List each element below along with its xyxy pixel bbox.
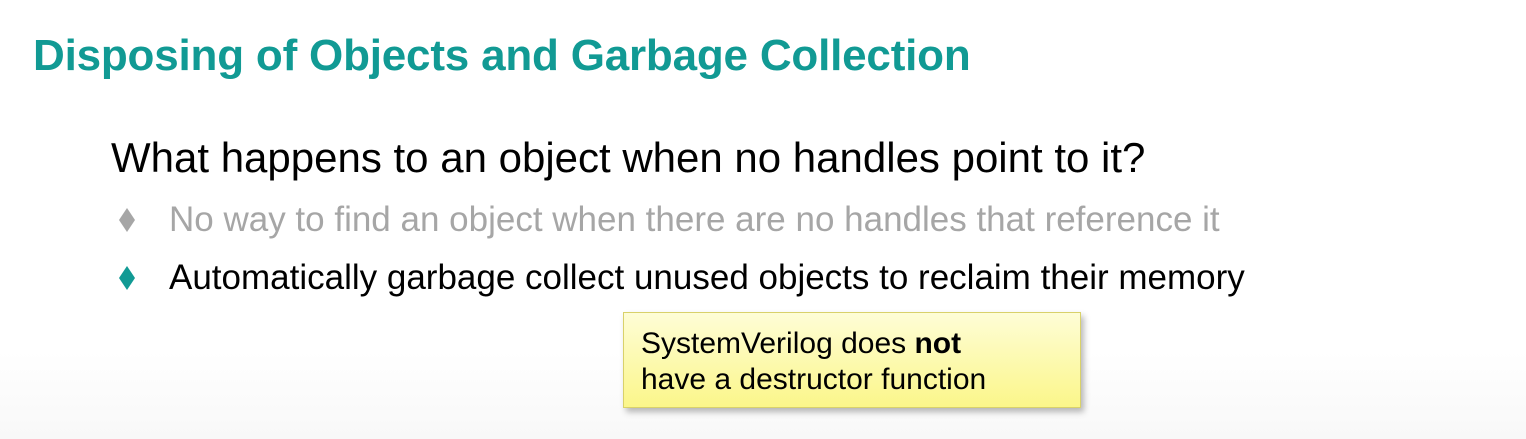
- bullet-text: Automatically garbage collect unused obj…: [169, 258, 1245, 297]
- callout-note: SystemVerilog does not have a destructor…: [623, 312, 1081, 408]
- callout-line-1: SystemVerilog does not: [641, 326, 1080, 362]
- question-heading: What happens to an object when no handle…: [111, 134, 1146, 181]
- callout-line-2: have a destructor function: [641, 363, 987, 396]
- diamond-icon: [118, 264, 136, 292]
- slide: Disposing of Objects and Garbage Collect…: [0, 0, 1526, 439]
- callout-text: SystemVerilog does: [641, 327, 915, 360]
- bullet-text: No way to find an object when there are …: [169, 200, 1220, 239]
- callout-emphasis: not: [914, 327, 962, 360]
- slide-title: Disposing of Objects and Garbage Collect…: [33, 31, 971, 80]
- bullet-item-active: Automatically garbage collect unused obj…: [118, 256, 1245, 300]
- diamond-icon: [118, 206, 136, 234]
- bullet-item-dimmed: No way to find an object when there are …: [118, 198, 1220, 242]
